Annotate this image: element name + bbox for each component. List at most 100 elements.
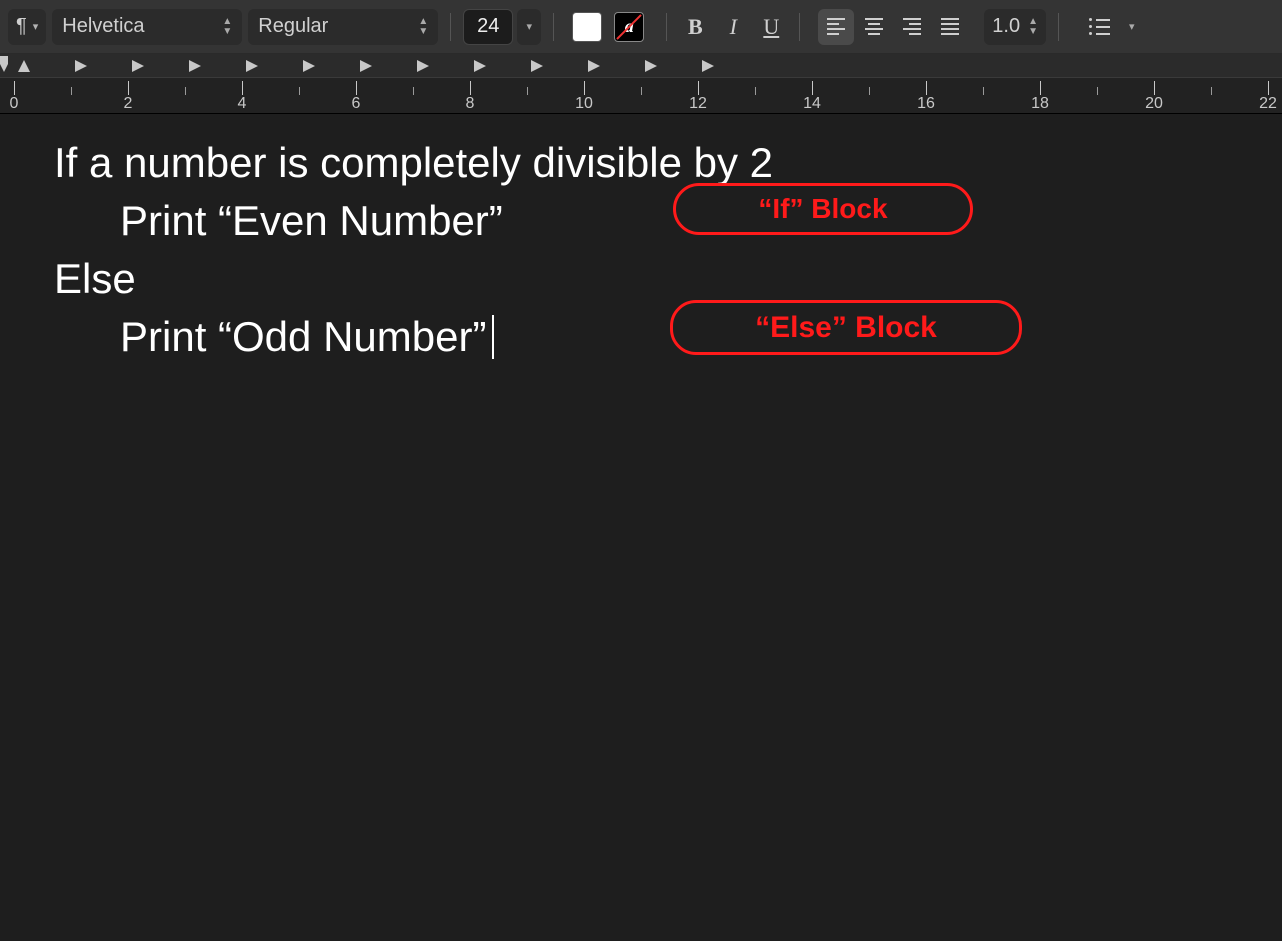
- ruler-label: 6: [352, 95, 361, 113]
- document-area[interactable]: If a number is completely divisible by 2…: [0, 114, 1282, 941]
- chevron-down-icon[interactable]: ▾: [1129, 20, 1135, 33]
- formatting-toolbar: ¶ ▾ Helvetica ▲▼ Regular ▲▼ 24 ▾ a B I U: [0, 0, 1282, 54]
- tab-stop-marker[interactable]: [246, 60, 258, 72]
- toolbar-divider: [666, 13, 667, 41]
- document-line[interactable]: Print “Odd Number”: [54, 308, 1282, 366]
- font-family-value: Helvetica: [62, 15, 144, 38]
- ruler-ticks: 0 2 4 6 8 10 12 14 16 18 20 22: [0, 78, 1282, 113]
- stepper-icon: ▲▼: [210, 17, 232, 37]
- font-size-value: 24: [477, 15, 499, 38]
- ruler-tick: [1097, 87, 1098, 95]
- ruler-tick: [71, 87, 72, 95]
- toolbar-divider: [1058, 13, 1059, 41]
- ruler-tick: [869, 87, 870, 95]
- annotation-if-block: “If” Block: [673, 183, 973, 235]
- align-left-icon: [827, 18, 845, 35]
- italic-button[interactable]: I: [717, 9, 749, 45]
- tab-stop-marker[interactable]: [360, 60, 372, 72]
- ruler-tick: [926, 81, 927, 95]
- ruler-label: 22: [1259, 95, 1277, 113]
- ruler-label: 12: [689, 95, 707, 113]
- ruler-label: 4: [238, 95, 247, 113]
- annotation-label: “Else” Block: [755, 311, 937, 345]
- tab-stop-marker[interactable]: [18, 60, 30, 72]
- text-cursor: [492, 315, 494, 359]
- font-size-control: 24 ▾: [463, 9, 541, 45]
- align-right-icon: [903, 18, 921, 35]
- font-family-select[interactable]: Helvetica ▲▼: [52, 9, 242, 45]
- ruler-tick: [128, 81, 129, 95]
- ruler-tick: [1211, 87, 1212, 95]
- paragraph-style-button[interactable]: ¶ ▾: [8, 9, 46, 45]
- tab-stop-marker[interactable]: [132, 60, 144, 72]
- document-line[interactable]: Print “Even Number”: [54, 192, 1282, 250]
- pilcrow-icon: ¶: [16, 15, 27, 38]
- ruler-label: 10: [575, 95, 593, 113]
- ruler-tick: [812, 81, 813, 95]
- align-justify-icon: [941, 18, 959, 35]
- ruler-tick: [1154, 81, 1155, 95]
- annotation-label: “If” Block: [758, 193, 887, 225]
- chevron-down-icon: ▾: [33, 20, 39, 33]
- font-size-input[interactable]: 24: [463, 9, 513, 45]
- ruler-tick: [242, 81, 243, 95]
- ruler-tick: [470, 81, 471, 95]
- align-center-icon: [865, 18, 883, 35]
- ruler-area: 0 2 4 6 8 10 12 14 16 18 20 22: [0, 54, 1282, 114]
- line-spacing-select[interactable]: 1.0 ▲▼: [984, 9, 1046, 45]
- toolbar-divider: [799, 13, 800, 41]
- ruler-tick: [413, 87, 414, 95]
- alignment-group: [818, 9, 968, 45]
- document-line[interactable]: Else: [54, 250, 1282, 308]
- font-style-value: Regular: [258, 15, 328, 38]
- stepper-icon: ▲▼: [1028, 17, 1038, 37]
- annotation-else-block: “Else” Block: [670, 300, 1022, 355]
- ruler-tick: [185, 87, 186, 95]
- font-style-select[interactable]: Regular ▲▼: [248, 9, 438, 45]
- tab-stop-marker[interactable]: [474, 60, 486, 72]
- tab-stop-marker[interactable]: [702, 60, 714, 72]
- align-center-button[interactable]: [856, 9, 892, 45]
- underline-button[interactable]: U: [755, 9, 787, 45]
- tab-stop-marker[interactable]: [417, 60, 429, 72]
- ruler-label: 8: [466, 95, 475, 113]
- ruler-tick: [584, 81, 585, 95]
- ruler-label: 0: [10, 95, 19, 113]
- align-left-button[interactable]: [818, 9, 854, 45]
- tab-stop-marker[interactable]: [588, 60, 600, 72]
- document-line[interactable]: If a number is completely divisible by 2: [54, 134, 1282, 192]
- ruler-tick: [755, 87, 756, 95]
- line-spacing-value: 1.0: [992, 15, 1020, 38]
- bold-button[interactable]: B: [679, 9, 711, 45]
- ruler-tick: [299, 87, 300, 95]
- ruler-label: 14: [803, 95, 821, 113]
- ruler-label: 20: [1145, 95, 1163, 113]
- ruler-label: 2: [124, 95, 133, 113]
- ruler-tick: [356, 81, 357, 95]
- list-icon: [1089, 18, 1110, 35]
- ruler-tick: [1268, 81, 1269, 95]
- tab-stop-marker[interactable]: [75, 60, 87, 72]
- ruler-tick: [14, 81, 15, 95]
- ruler-tick: [641, 87, 642, 95]
- highlight-none-swatch[interactable]: a: [614, 12, 644, 42]
- ruler-tick: [698, 81, 699, 95]
- stepper-icon: ▲▼: [406, 17, 428, 37]
- ruler-label: 18: [1031, 95, 1049, 113]
- tab-stop-marker[interactable]: [645, 60, 657, 72]
- toolbar-divider: [553, 13, 554, 41]
- ruler-label: 16: [917, 95, 935, 113]
- font-size-chevron[interactable]: ▾: [517, 9, 541, 45]
- tab-stop-marker[interactable]: [303, 60, 315, 72]
- ruler[interactable]: 0 2 4 6 8 10 12 14 16 18 20 22: [0, 77, 1282, 113]
- align-right-button[interactable]: [894, 9, 930, 45]
- ruler-tick: [1040, 81, 1041, 95]
- list-style-button[interactable]: [1081, 9, 1117, 45]
- document-content[interactable]: If a number is completely divisible by 2…: [54, 134, 1282, 366]
- toolbar-divider: [450, 13, 451, 41]
- tab-stop-marker[interactable]: [189, 60, 201, 72]
- tab-stop-marker[interactable]: [531, 60, 543, 72]
- ruler-tick: [983, 87, 984, 95]
- text-color-swatch[interactable]: [572, 12, 602, 42]
- align-justify-button[interactable]: [932, 9, 968, 45]
